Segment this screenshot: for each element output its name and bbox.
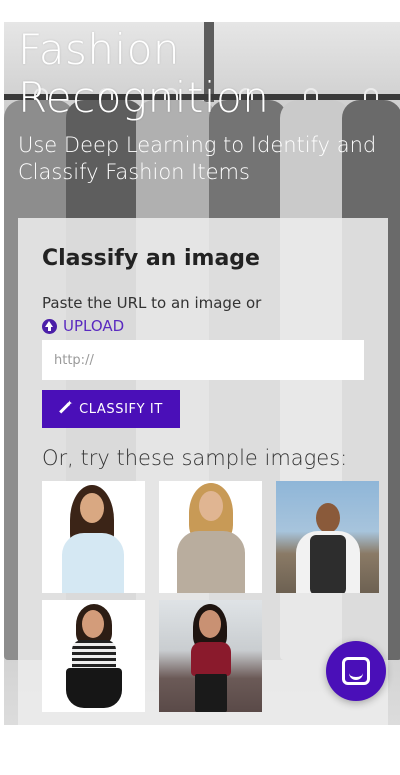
thumb-pants: [195, 674, 227, 712]
sample-images-heading: Or, try these sample images:: [42, 446, 348, 470]
thumb-skirt: [66, 668, 122, 708]
thumb-red-top: [191, 642, 231, 676]
sample-image-man-vest-sunglasses[interactable]: [276, 481, 379, 593]
sample-image-woman-beige-sweater[interactable]: [159, 481, 262, 593]
thumb-head: [199, 610, 221, 638]
thumb-sweater: [177, 531, 245, 593]
chat-launcher-button[interactable]: [326, 641, 386, 701]
sample-image-woman-striped-top-black-skirt[interactable]: [42, 600, 145, 712]
upload-link[interactable]: UPLOAD: [42, 317, 124, 335]
classify-card: Classify an image Paste the URL to an im…: [18, 218, 388, 725]
thumb-vest: [310, 535, 346, 593]
thumb-top: [62, 533, 124, 593]
page-title: Fashion Recognition: [18, 25, 270, 122]
sample-image-woman-red-top-black-pants[interactable]: [159, 600, 262, 712]
sample-image-woman-white-wrap-top[interactable]: [42, 481, 145, 593]
thumb-head: [82, 610, 104, 638]
card-title: Classify an image: [42, 246, 260, 271]
chat-bubble-icon: [342, 657, 370, 685]
classify-button[interactable]: CLASSIFY IT: [42, 390, 180, 428]
thumb-head: [199, 491, 223, 521]
classify-button-label: CLASSIFY IT: [79, 401, 163, 417]
upload-icon: [42, 318, 57, 334]
magic-wand-icon: [59, 399, 73, 416]
thumb-striped-top: [72, 640, 116, 670]
image-url-input[interactable]: [42, 340, 364, 380]
paste-url-text: Paste the URL to an image or: [42, 294, 262, 312]
page-subtitle: Use Deep Learning to Identify and Classi…: [18, 133, 377, 184]
thumb-head: [316, 503, 340, 533]
upload-label: UPLOAD: [63, 317, 125, 335]
page: Fashion Recognition Use Deep Learning to…: [0, 0, 400, 775]
thumb-head: [80, 493, 104, 523]
